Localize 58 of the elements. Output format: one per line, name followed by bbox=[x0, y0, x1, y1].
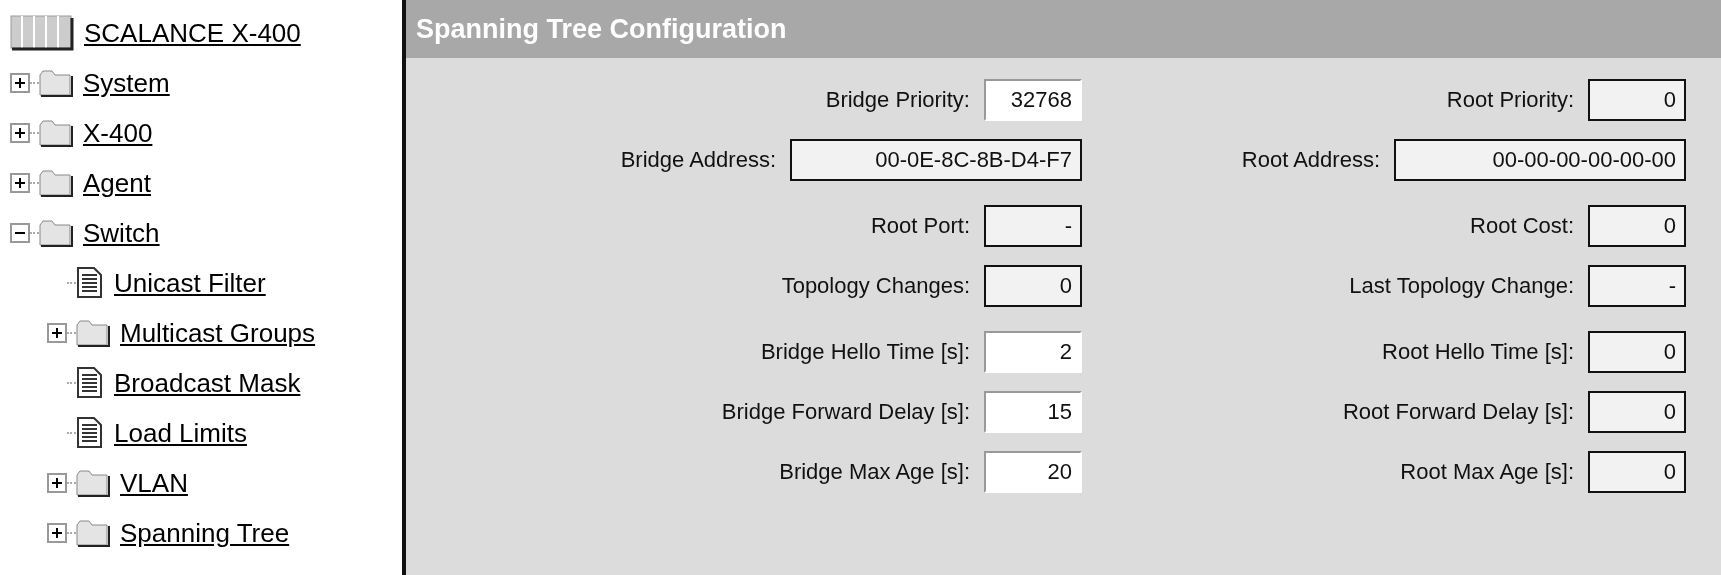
readonly-field[interactable]: 00-0E-8C-8B-D4-F7 bbox=[790, 139, 1082, 181]
readonly-field[interactable]: - bbox=[1588, 265, 1686, 307]
folder-icon bbox=[39, 69, 73, 97]
field-label: Root Priority: bbox=[1446, 87, 1574, 113]
field-label: Root Address: bbox=[1241, 147, 1380, 173]
input-field[interactable]: 32768 bbox=[984, 79, 1082, 121]
folder-icon bbox=[39, 219, 73, 247]
expand-icon[interactable] bbox=[47, 323, 67, 343]
collapse-icon[interactable] bbox=[10, 223, 30, 243]
field-label: Bridge Forward Delay [s]: bbox=[721, 399, 970, 425]
device-icon bbox=[10, 15, 74, 51]
panel-title: Spanning Tree Configuration bbox=[416, 13, 787, 45]
field-label: Bridge Priority: bbox=[825, 87, 970, 113]
field-label: Root Forward Delay [s]: bbox=[1342, 399, 1574, 425]
tree-link[interactable]: Multicast Groups bbox=[120, 317, 316, 349]
field-label: Bridge Hello Time [s]: bbox=[760, 339, 970, 365]
field-label: Root Port: bbox=[870, 213, 970, 239]
tree-link[interactable]: Switch bbox=[83, 217, 160, 249]
folder-icon bbox=[39, 119, 73, 147]
tree-link[interactable]: Spanning Tree bbox=[120, 517, 290, 549]
field-label: Last Topology Change: bbox=[1349, 273, 1574, 299]
tree-link[interactable]: SCALANCE X-400 bbox=[84, 17, 301, 49]
tree-link[interactable]: VLAN bbox=[120, 467, 188, 499]
folder-icon bbox=[76, 319, 110, 347]
readonly-field[interactable]: 0 bbox=[1588, 79, 1686, 121]
field-label: Topology Changes: bbox=[781, 273, 970, 299]
readonly-field[interactable]: 0 bbox=[1588, 451, 1686, 493]
readonly-field[interactable]: 0 bbox=[1588, 205, 1686, 247]
expand-icon[interactable] bbox=[10, 73, 30, 93]
expand-icon[interactable] bbox=[47, 523, 67, 543]
tree-link[interactable]: Broadcast Mask bbox=[114, 367, 301, 399]
folder-icon bbox=[76, 519, 110, 547]
tree-link[interactable]: Unicast Filter bbox=[114, 267, 266, 299]
document-icon bbox=[76, 417, 104, 449]
readonly-field[interactable]: 00-00-00-00-00-00 bbox=[1394, 139, 1686, 181]
tree-link[interactable]: Load Limits bbox=[114, 417, 247, 449]
tree-link[interactable]: Agent bbox=[83, 167, 151, 199]
readonly-field[interactable]: 0 bbox=[1588, 391, 1686, 433]
input-field[interactable]: 2 bbox=[984, 331, 1082, 373]
tree-link[interactable]: System bbox=[83, 67, 170, 99]
input-field[interactable]: 15 bbox=[984, 391, 1082, 433]
readonly-field[interactable]: 0 bbox=[984, 265, 1082, 307]
field-label: Root Max Age [s]: bbox=[1400, 459, 1574, 485]
document-icon bbox=[76, 367, 104, 399]
expand-icon[interactable] bbox=[10, 173, 30, 193]
expand-icon[interactable] bbox=[47, 473, 67, 493]
input-field[interactable]: 20 bbox=[984, 451, 1082, 493]
field-label: Root Cost: bbox=[1470, 213, 1574, 239]
tree-link[interactable]: X-400 bbox=[83, 117, 153, 149]
expand-icon[interactable] bbox=[10, 123, 30, 143]
readonly-field[interactable]: - bbox=[984, 205, 1082, 247]
field-label: Bridge Max Age [s]: bbox=[779, 459, 970, 485]
document-icon bbox=[76, 267, 104, 299]
folder-icon bbox=[39, 169, 73, 197]
folder-icon bbox=[76, 469, 110, 497]
field-label: Bridge Address: bbox=[620, 147, 776, 173]
field-label: Root Hello Time [s]: bbox=[1382, 339, 1574, 365]
readonly-field[interactable]: 0 bbox=[1588, 331, 1686, 373]
